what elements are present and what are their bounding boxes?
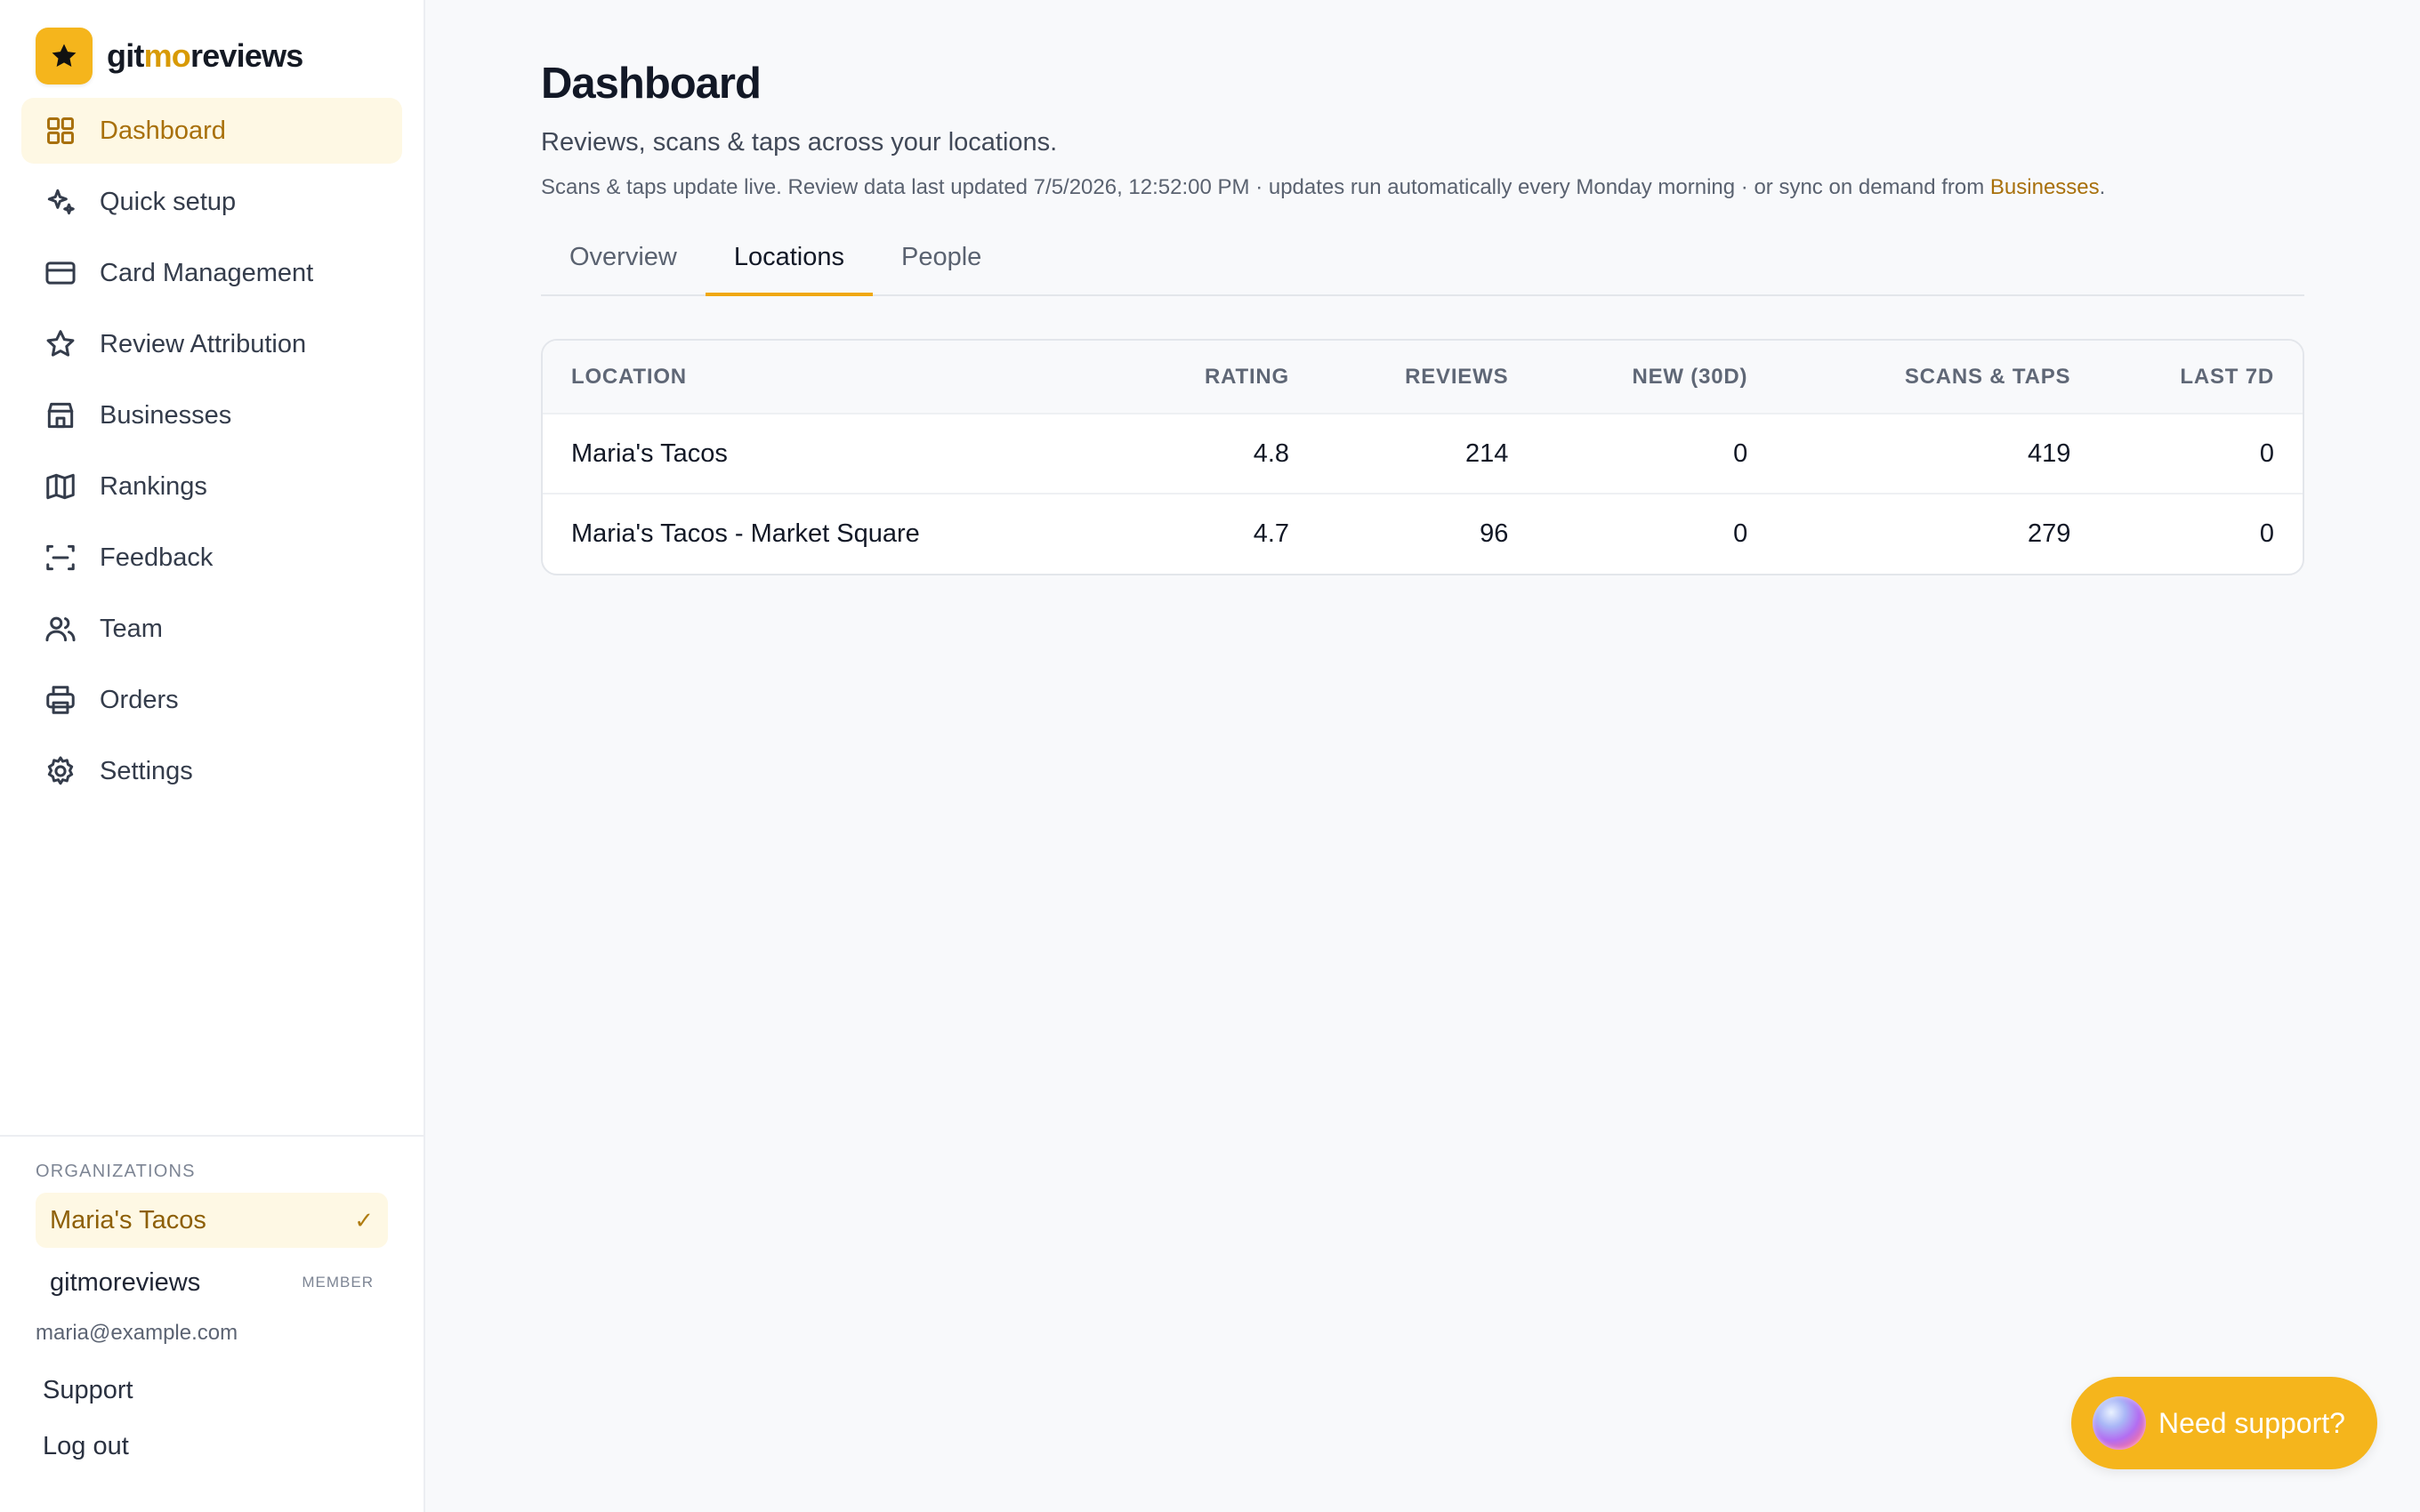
support-link[interactable]: Support [36,1376,388,1405]
org-name: gitmoreviews [50,1267,201,1297]
column-header-scans-taps[interactable]: SCANS & TAPS [1776,341,2099,414]
column-header-new-30d[interactable]: NEW (30D) [1537,341,1776,414]
sidebar-item-label: Rankings [100,471,207,501]
page-subtitle: Reviews, scans & taps across your locati… [541,128,1058,157]
sidebar-item-review-attribution[interactable]: Review Attribution [21,311,402,377]
star-logo-icon [52,44,77,68]
brand-name: gitmoreviews [107,37,303,75]
logout-link[interactable]: Log out [36,1432,388,1461]
cell-last-7d: 0 [2259,519,2274,548]
sidebar-item-label: Card Management [100,258,314,287]
org-item-selected[interactable]: Maria's Tacos ✓ [36,1193,388,1248]
cell-reviews: 96 [1480,519,1509,548]
sidebar-item-quick-setup[interactable]: Quick setup [21,169,402,235]
brand[interactable]: gitmoreviews [36,27,424,85]
sidebar-item-feedback[interactable]: Feedback [21,525,402,591]
sidebar-nav: Dashboard Quick setup Card Management Re… [0,98,424,809]
table-row[interactable]: Maria's Tacos - Market Square 4.7 96 0 2… [543,494,2303,574]
cell-new-30d: 0 [1733,438,1748,468]
sidebar-item-card-management[interactable]: Card Management [21,240,402,306]
star-icon [43,326,78,362]
sidebar-item-label: Businesses [100,400,232,430]
main-content: Dashboard Reviews, scans & taps across y… [425,0,2420,1512]
sync-note-end: . [2099,175,2106,199]
tab-bar: Overview Locations People [541,239,2304,296]
assistant-orb-icon [2093,1396,2146,1450]
grid-icon [43,113,78,149]
sparkles-icon [43,184,78,220]
sidebar-item-rankings[interactable]: Rankings [21,454,402,519]
user-email: maria@example.com [36,1321,238,1345]
sidebar-item-businesses[interactable]: Businesses [21,382,402,448]
sidebar-item-label: Review Attribution [100,329,307,358]
cell-new-30d: 0 [1733,519,1748,548]
brand-logo [36,28,93,84]
cell-scans-taps: 279 [2027,519,2071,548]
scan-icon [43,540,78,575]
sidebar-item-dashboard[interactable]: Dashboard [21,98,402,164]
organizations-heading: ORGANIZATIONS [36,1162,196,1181]
checkmark-icon: ✓ [354,1206,374,1234]
column-header-location[interactable]: LOCATION [543,341,1130,414]
column-header-reviews[interactable]: REVIEWS [1318,341,1537,414]
cell-last-7d: 0 [2259,438,2274,468]
sidebar: gitmoreviews Dashboard Quick setup Card … [0,0,425,1512]
table-header-row: LOCATION RATING REVIEWS NEW (30D) SCANS … [543,341,2303,414]
sidebar-item-team[interactable]: Team [21,596,402,662]
cell-location: Maria's Tacos - Market Square [571,519,920,548]
locations-table: LOCATION RATING REVIEWS NEW (30D) SCANS … [543,341,2303,574]
page-title: Dashboard [541,60,762,108]
credit-card-icon [43,255,78,291]
cell-rating: 4.8 [1253,438,1290,468]
sync-note-text: Scans & taps update live. Review data la… [541,175,1990,199]
cell-reviews: 214 [1465,438,1509,468]
sidebar-item-label: Dashboard [100,116,226,145]
column-header-rating[interactable]: RATING [1130,341,1318,414]
org-item[interactable]: gitmoreviews MEMBER [36,1255,388,1310]
users-icon [43,611,78,647]
app-root: gitmoreviews Dashboard Quick setup Card … [0,0,2420,1512]
gear-icon [43,753,78,789]
sidebar-item-settings[interactable]: Settings [21,738,402,804]
businesses-link[interactable]: Businesses [1990,175,2100,199]
brand-name-part1: git [107,37,144,74]
tab-overview[interactable]: Overview [541,239,706,296]
sidebar-item-label: Quick setup [100,187,237,216]
cell-rating: 4.7 [1253,519,1290,548]
need-support-button[interactable]: Need support? [2071,1377,2377,1469]
org-name: Maria's Tacos [50,1205,206,1235]
store-icon [43,398,78,433]
brand-name-part3: reviews [190,37,303,74]
sidebar-footer: ORGANIZATIONS Maria's Tacos ✓ gitmorevie… [0,1135,424,1461]
org-role-badge: MEMBER [302,1274,374,1291]
column-header-last-7d[interactable]: LAST 7D [2099,341,2303,414]
table-row[interactable]: Maria's Tacos 4.8 214 0 419 0 [543,414,2303,494]
cell-scans-taps: 419 [2027,438,2071,468]
sidebar-item-label: Settings [100,756,193,785]
sync-note: Scans & taps update live. Review data la… [541,175,2420,200]
sidebar-item-label: Orders [100,685,179,714]
tab-locations[interactable]: Locations [705,239,874,296]
locations-table-card: LOCATION RATING REVIEWS NEW (30D) SCANS … [541,339,2304,575]
need-support-label: Need support? [2158,1406,2345,1439]
sidebar-item-label: Team [100,614,163,643]
tab-people[interactable]: People [873,239,1010,296]
sidebar-item-label: Feedback [100,543,214,572]
map-icon [43,469,78,504]
sidebar-item-orders[interactable]: Orders [21,667,402,733]
brand-name-accent: mo [143,37,191,74]
cell-location: Maria's Tacos [571,438,728,468]
printer-icon [43,682,78,718]
